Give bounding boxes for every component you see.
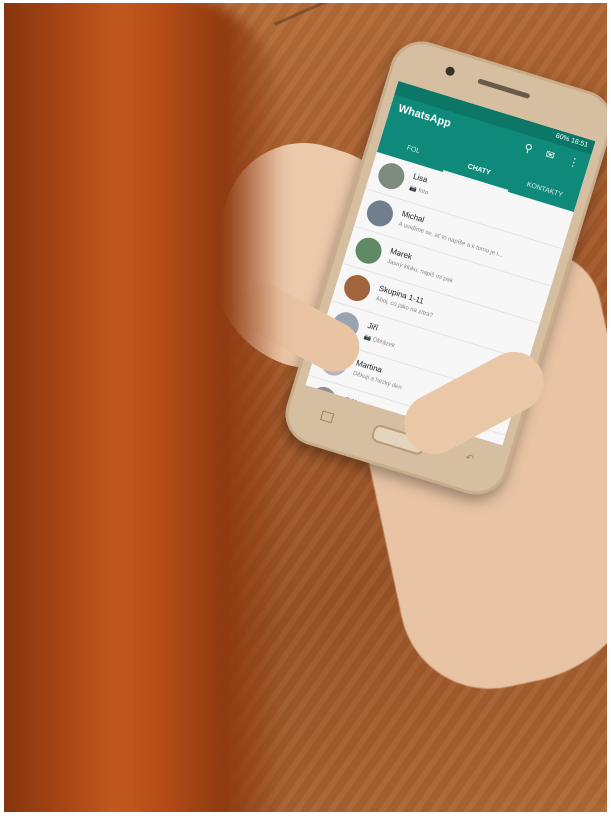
- chat-name: Pája: [343, 395, 362, 409]
- more-options-icon[interactable]: ⋮: [567, 155, 581, 171]
- chat-name: Jiří: [366, 320, 380, 333]
- avatar[interactable]: [363, 197, 397, 230]
- chat-name: Marek: [389, 246, 414, 262]
- chat-name: Lisa: [412, 171, 429, 185]
- recent-apps-button[interactable]: [319, 410, 335, 424]
- avatar[interactable]: [352, 234, 385, 267]
- search-icon[interactable]: ⚲: [523, 141, 535, 156]
- chat-preview: 📷 foto: [408, 185, 429, 197]
- front-camera-icon: [444, 65, 456, 77]
- blurred-hair-foreground: [4, 3, 284, 812]
- earpiece: [477, 78, 531, 99]
- back-button[interactable]: ↶: [464, 452, 476, 465]
- new-chat-icon[interactable]: ✉: [544, 148, 557, 162]
- photo-scene: 60% 16:51 WhatsApp ⚲ ✉ ⋮ FOL CHATY KONTA…: [4, 3, 607, 812]
- avatar[interactable]: [375, 159, 408, 193]
- chat-preview: 📷 Obrázek: [363, 334, 396, 350]
- avatar[interactable]: [340, 271, 374, 305]
